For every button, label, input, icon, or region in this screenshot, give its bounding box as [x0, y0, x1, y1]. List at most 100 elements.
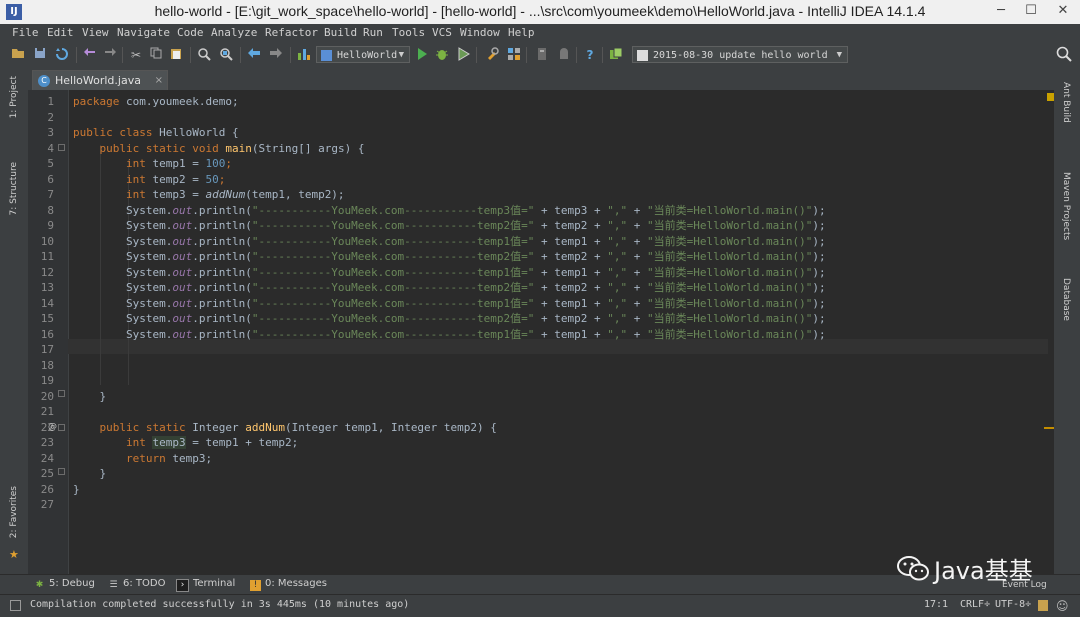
fold-marker-icon[interactable]: [58, 468, 65, 475]
code-token: com.youmeek.demo;: [119, 95, 239, 108]
toolbar-separator: [76, 47, 77, 63]
search-icon[interactable]: [1056, 46, 1072, 62]
menu-analyze[interactable]: Analyze: [211, 26, 257, 39]
menu-code[interactable]: Code: [177, 26, 204, 39]
menu-view[interactable]: View: [82, 26, 109, 39]
project-structure-icon[interactable]: [506, 47, 522, 63]
terminal-icon: ›: [176, 579, 189, 592]
terminal-tool-button[interactable]: › Terminal: [176, 578, 235, 592]
ant-build-tool-button[interactable]: Ant Build: [1061, 82, 1071, 123]
fold-marker-icon[interactable]: [58, 144, 65, 151]
favorites-tool-button[interactable]: 2: Favorites: [9, 486, 19, 538]
run-config-select[interactable]: HelloWorld ▼: [316, 46, 410, 63]
debug-icon[interactable]: [434, 47, 450, 63]
caret-position[interactable]: 17:1: [924, 599, 948, 610]
find-icon[interactable]: [196, 47, 212, 63]
code-token: +: [627, 234, 647, 248]
code-token: System.: [125, 327, 173, 341]
database-tool-button[interactable]: Database: [1061, 278, 1071, 321]
code-token: "当前类=HelloWorld.main()": [646, 250, 813, 263]
menu-vcs[interactable]: VCS: [432, 26, 452, 39]
tab-helloworld-java[interactable]: C HelloWorld.java ×: [32, 70, 168, 90]
android-icon[interactable]: [556, 47, 572, 63]
code-token: return: [125, 451, 166, 465]
debug-tool-button[interactable]: ✱ 5: Debug: [34, 578, 95, 591]
code-line: }: [73, 466, 107, 481]
menu-navigate[interactable]: Navigate: [117, 26, 170, 39]
override-marker-icon[interactable]: @: [48, 422, 57, 432]
menu-refactor[interactable]: Refactor: [265, 26, 318, 39]
cut-icon[interactable]: ✂: [128, 47, 144, 63]
usage-marker[interactable]: [1044, 427, 1054, 429]
code-line: int temp3 = addNum(temp1, temp2);: [73, 187, 345, 202]
save-icon[interactable]: [32, 47, 48, 63]
code-token: (String[] args) {: [251, 141, 365, 155]
code-token: );: [812, 265, 826, 279]
line-separator-select[interactable]: CRLF÷: [960, 599, 990, 610]
chevron-down-icon: ▼: [398, 50, 404, 60]
code-line: public static void main(String[] args) {: [73, 141, 365, 156]
main-toolbar: ✂ HelloWorld ▼ ? 2015-08-30 update hello…: [0, 42, 1080, 69]
back-icon[interactable]: [246, 47, 262, 63]
messages-tool-button[interactable]: ! 0: Messages: [250, 578, 327, 591]
encoding-select[interactable]: UTF-8÷: [995, 599, 1031, 610]
help-icon[interactable]: ?: [582, 47, 598, 63]
close-button[interactable]: ✕: [1052, 2, 1074, 20]
redo-icon[interactable]: [102, 47, 118, 63]
menu-run[interactable]: Run: [363, 26, 383, 39]
menu-build[interactable]: Build: [324, 26, 357, 39]
minimize-button[interactable]: ─: [990, 2, 1012, 20]
structure-tool-button[interactable]: 7: Structure: [9, 162, 19, 216]
paste-icon[interactable]: [168, 47, 184, 63]
menu-window[interactable]: Window: [460, 26, 500, 39]
open-icon[interactable]: [10, 47, 26, 63]
fold-marker-icon[interactable]: [58, 424, 65, 431]
code-token: temp1值=": [477, 234, 535, 248]
replace-icon[interactable]: [218, 47, 234, 63]
code-token: "-----------YouMeek.com-----------: [251, 203, 477, 217]
menu-file[interactable]: File: [12, 26, 39, 39]
run-icon[interactable]: [414, 47, 430, 63]
todo-tool-button[interactable]: ☰ 6: TODO: [108, 578, 165, 591]
line-number: 11: [40, 250, 54, 263]
settings-icon[interactable]: [484, 47, 500, 63]
make-icon[interactable]: [296, 47, 312, 63]
menu-help[interactable]: Help: [508, 26, 535, 39]
inspector-icon[interactable]: ☺: [1056, 599, 1069, 613]
menu-edit[interactable]: Edit: [47, 26, 74, 39]
code-token: System.: [125, 312, 173, 325]
coverage-icon[interactable]: [456, 47, 472, 63]
vcs-commit-select[interactable]: 2015-08-30 update hello world ▼: [632, 46, 848, 63]
code-editor[interactable]: 1 2 3 4 5 6 7 8 9 10 11 12 13 14 15 16 1…: [28, 90, 1054, 574]
project-tool-button[interactable]: 1: Project: [9, 76, 19, 118]
favorites-star-icon: ★: [9, 548, 19, 561]
code-token: .println(: [192, 327, 252, 341]
fold-marker-icon[interactable]: [58, 390, 65, 397]
code-token: "当前类=HelloWorld.main()": [646, 219, 813, 232]
code-token: out: [172, 219, 193, 232]
messages-tool-label: 0: Messages: [265, 578, 327, 589]
sdk-icon[interactable]: [534, 47, 550, 63]
forward-icon[interactable]: [268, 47, 284, 63]
sync-icon[interactable]: [54, 47, 70, 63]
maximize-button[interactable]: ☐: [1020, 2, 1042, 20]
code-token: out: [172, 265, 193, 279]
hide-tool-windows-icon[interactable]: [10, 600, 21, 611]
code-token: +: [627, 219, 647, 232]
code-token: +: [627, 265, 647, 279]
maven-projects-tool-button[interactable]: Maven Projects: [1061, 172, 1071, 240]
undo-icon[interactable]: [82, 47, 98, 63]
code-token: addNum: [245, 420, 285, 434]
todo-tool-label: 6: TODO: [123, 578, 166, 589]
lock-icon[interactable]: [1038, 600, 1048, 611]
vcs-icon[interactable]: [608, 47, 624, 63]
code-token: temp1值=": [477, 265, 535, 279]
copy-icon[interactable]: [148, 47, 164, 63]
code-token: out: [172, 281, 193, 294]
line-number: 12: [40, 265, 54, 279]
warning-marker[interactable]: [1047, 93, 1054, 101]
close-tab-icon[interactable]: ×: [155, 71, 163, 90]
code-token: );: [812, 312, 826, 325]
code-token: + temp1 +: [534, 327, 608, 341]
menu-tools[interactable]: Tools: [392, 26, 425, 39]
